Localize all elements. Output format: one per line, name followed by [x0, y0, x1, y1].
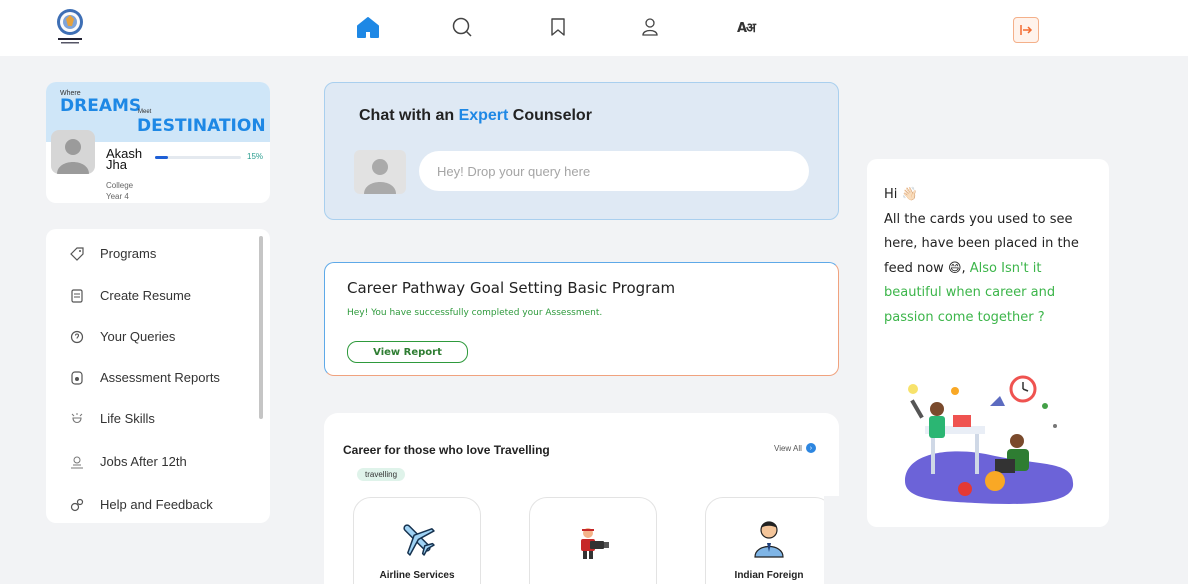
avatar[interactable] — [51, 130, 95, 174]
sidebar-item-life-skills[interactable]: Life Skills — [68, 411, 155, 426]
banner-destination-text: DESTINATION — [137, 116, 266, 136]
sidebar-scrollbar[interactable] — [259, 236, 263, 419]
greeting-text: Hi — [884, 187, 898, 202]
sidebar-item-label: Jobs After 12th — [100, 454, 187, 469]
career-tile-cameraman[interactable] — [529, 497, 657, 584]
banner-dreams-text: DREAMS — [60, 96, 142, 116]
chat-title: Chat with an Expert Counselor — [359, 107, 592, 125]
profile-type: College — [106, 181, 134, 190]
pathway-message: Hey! You have successfully completed you… — [347, 308, 603, 318]
sidebar-item-label: Life Skills — [100, 411, 155, 426]
language-icon-label: Aअ — [737, 21, 756, 36]
career-pathway-card: Career Pathway Goal Setting Basic Progra… — [324, 262, 839, 376]
banner-meet-text: Meet — [138, 109, 152, 115]
query-icon — [68, 330, 86, 344]
top-navigation-bar: Aअ — [0, 0, 1188, 56]
cameraman-icon — [530, 526, 656, 560]
chat-title-highlight: Expert — [458, 107, 509, 124]
sidebar-item-programs[interactable]: Programs — [68, 246, 156, 261]
profile-meta: College Year 4 — [106, 180, 133, 202]
career-travel-card: Career for those who love Travelling Vie… — [324, 413, 839, 584]
sidebar-menu: Programs Create Resume Your Queries Asse… — [46, 229, 270, 523]
chat-title-prefix: Chat with an — [359, 107, 459, 124]
career-passion-illustration — [895, 371, 1081, 506]
chat-title-suffix: Counselor — [508, 107, 592, 124]
career-tile-label: Airline Services — [379, 570, 455, 581]
chat-query-input[interactable] — [419, 151, 809, 191]
career-tile-airline[interactable]: Airline Services — [353, 497, 481, 584]
view-all-label: View All — [774, 443, 802, 453]
profile-icon[interactable] — [637, 14, 663, 40]
sidebar-item-your-queries[interactable]: Your Queries — [68, 329, 175, 344]
counselor-avatar — [354, 150, 406, 194]
bookmark-icon[interactable] — [545, 14, 571, 40]
language-icon[interactable]: Aअ — [733, 14, 759, 40]
sidebar-item-jobs-after-12th[interactable]: Jobs After 12th — [68, 454, 187, 469]
home-icon[interactable] — [355, 14, 381, 40]
chevron-right-icon: › — [805, 443, 816, 453]
chat-expert-card: Chat with an Expert Counselor — [324, 82, 839, 220]
pathway-title: Career Pathway Goal Setting Basic Progra… — [347, 279, 676, 297]
search-icon[interactable] — [449, 14, 475, 40]
help-icon — [68, 498, 86, 512]
sidebar-item-create-resume[interactable]: Create Resume — [68, 288, 191, 303]
report-icon — [68, 370, 86, 385]
smile-emoji: 😄 — [947, 260, 962, 276]
profile-progress-fill — [155, 156, 168, 159]
wave-emoji: 👋🏻 — [901, 187, 918, 202]
profile-card[interactable]: Where DREAMS Meet DESTINATION Akash Jha … — [46, 82, 270, 203]
department-logo[interactable] — [50, 6, 90, 48]
profile-progress-label: 15% — [247, 152, 264, 161]
profile-year: Year 4 — [106, 192, 129, 201]
tag-icon — [68, 246, 86, 261]
sidebar-item-help-and-feedback[interactable]: Help and Feedback — [68, 497, 213, 512]
carousel-edge — [824, 496, 839, 584]
sidebar-item-label: Programs — [100, 246, 157, 261]
sidebar-item-label: Create Resume — [100, 288, 192, 303]
career-tile-label: Indian Foreign — [734, 570, 804, 581]
airplane-icon — [354, 518, 480, 558]
career-tile-indian-foreign[interactable]: Indian Foreign — [705, 497, 833, 584]
profile-progress-bar — [155, 156, 241, 159]
sidebar-item-label: Help and Feedback — [100, 497, 213, 512]
life-skills-icon — [68, 412, 86, 426]
feed-info-card: Hi 👋🏻 All the cards you used to see here… — [867, 159, 1109, 527]
travel-tag[interactable]: travelling — [357, 468, 406, 481]
jobs-icon — [68, 455, 86, 469]
logout-button[interactable] — [1013, 17, 1039, 43]
travel-section-title: Career for those who love Travelling — [343, 443, 550, 457]
view-report-button[interactable]: View Report — [347, 341, 468, 363]
sidebar-item-label: Your Queries — [100, 329, 176, 344]
view-all-link[interactable]: View All › — [774, 443, 816, 453]
logout-icon — [1020, 25, 1033, 35]
diplomat-icon — [706, 518, 832, 558]
profile-name: Akash Jha — [106, 146, 143, 172]
document-icon — [68, 288, 86, 303]
sidebar-item-assessment-reports[interactable]: Assessment Reports — [68, 370, 220, 385]
feed-info-text: Hi 👋🏻 All the cards you used to see here… — [884, 187, 1079, 325]
sidebar-item-label: Assessment Reports — [100, 370, 220, 385]
